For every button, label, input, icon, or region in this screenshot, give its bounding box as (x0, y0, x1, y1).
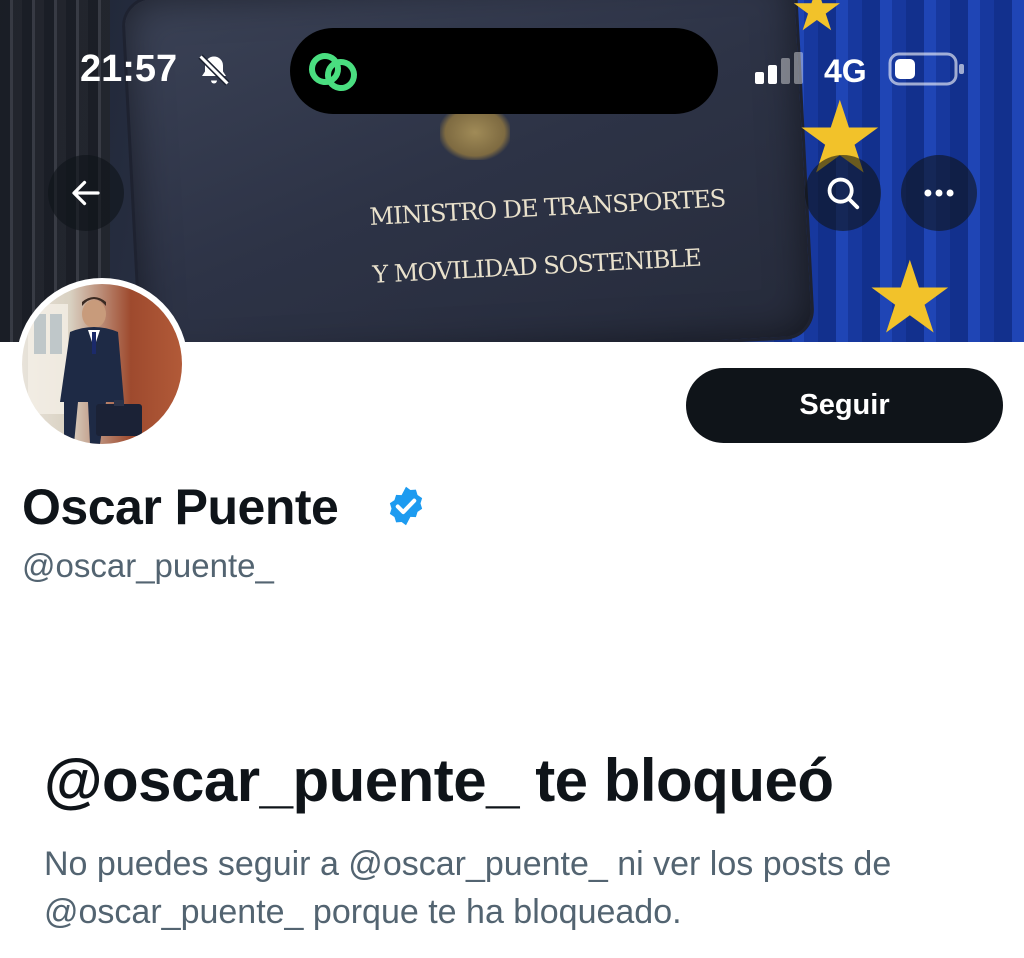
blocked-title: @oscar_puente_ te bloqueó (44, 747, 834, 814)
status-time: 21:57 (80, 48, 178, 90)
follow-button[interactable]: Seguir (686, 368, 1003, 443)
avatar[interactable] (16, 278, 188, 450)
more-options-button[interactable] (901, 155, 977, 231)
verified-badge-icon[interactable] (384, 484, 428, 528)
avatar-person-figure (28, 297, 142, 444)
bell-off-icon (198, 54, 230, 86)
eu-star-icon: ★ (865, 242, 955, 342)
profile-display-name: Oscar Puente (22, 479, 339, 535)
battery-icon (888, 52, 964, 86)
avatar-photo (22, 284, 182, 444)
eu-star-icon: ★ (790, 0, 844, 43)
signal-icon (755, 52, 803, 84)
back-arrow-icon (72, 180, 100, 206)
blocked-description: No puedes seguir a @oscar_puente_ ni ver… (44, 845, 892, 931)
search-button[interactable] (805, 155, 881, 231)
island-app-icon (309, 53, 357, 91)
back-button[interactable] (48, 155, 124, 231)
network-type: 4G (824, 53, 867, 89)
search-icon (827, 177, 860, 210)
more-icon (924, 189, 954, 197)
profile-handle: @oscar_puente_ (22, 547, 274, 584)
briefcase-plate: MINISTRO DE TRANSPORTES Y MOVILIDAD SOST… (368, 175, 726, 303)
